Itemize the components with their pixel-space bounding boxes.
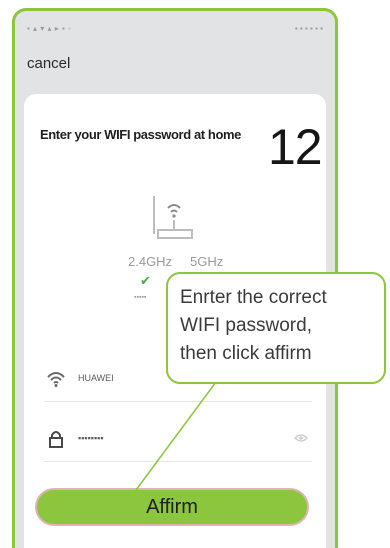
support-text: ▪▪▪▪▪ (134, 294, 147, 301)
callout-line: WIFI password, (180, 315, 312, 336)
password-field[interactable]: ▪▪▪▪▪▪▪▪ (44, 426, 312, 462)
callout-line: then click affirm (180, 343, 312, 364)
status-bar: ▪ ▴ ▾ ▴ ▸ ▪ ◦ ▪ ▪ ▪ ▪ ▪ ▪ (15, 11, 335, 45)
affirm-button[interactable]: Affirm (35, 488, 309, 526)
wifi-name-value: HUAWEI (78, 373, 114, 383)
band-5ghz-label: 5GHz (190, 254, 224, 269)
password-value: ▪▪▪▪▪▪▪▪ (78, 433, 104, 443)
callout-line: Enrter the correct (180, 287, 327, 308)
router-icon (153, 196, 193, 239)
status-right: ▪ ▪ ▪ ▪ ▪ ▪ (294, 24, 323, 33)
cancel-button[interactable]: cancel (27, 55, 70, 72)
callout-bubble: Enrter the correct WIFI password, then c… (166, 272, 386, 384)
divider (44, 401, 312, 402)
divider (44, 461, 312, 462)
wifi-icon (47, 372, 65, 387)
status-left: ▪ ▴ ▾ ▴ ▸ ▪ ◦ (27, 24, 72, 33)
eye-icon[interactable] (294, 433, 308, 443)
band-24ghz-label: 2.4GHz (128, 254, 173, 269)
lock-icon (49, 431, 63, 448)
prompt-title: Enter your WIFI password at home (40, 127, 242, 142)
step-number: 12 (268, 119, 323, 175)
check-icon: ✔ (140, 273, 151, 288)
